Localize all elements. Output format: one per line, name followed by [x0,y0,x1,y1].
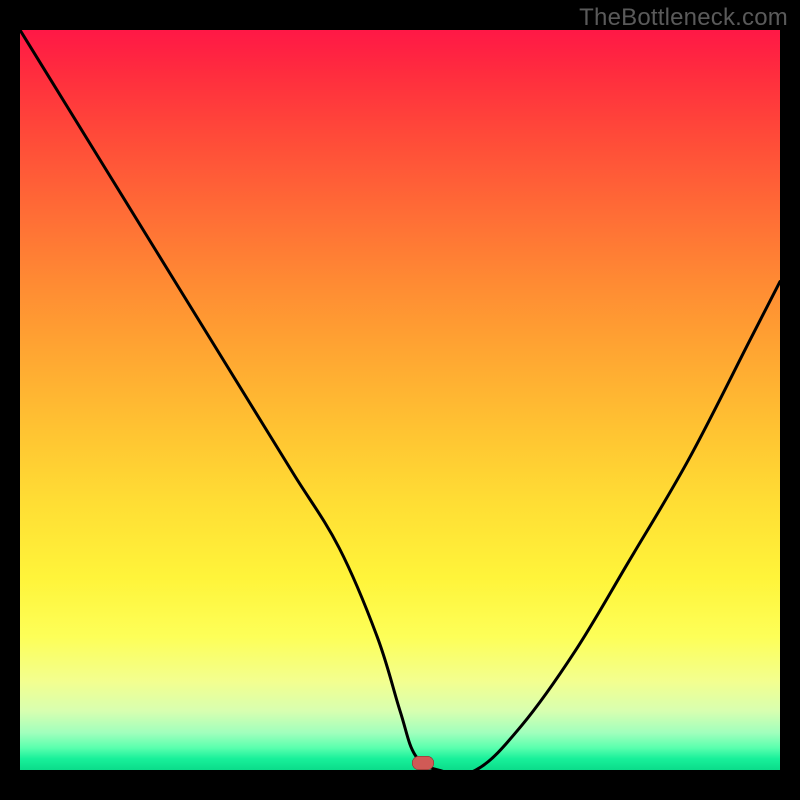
chart-frame: TheBottleneck.com [0,0,800,800]
bottleneck-curve [20,30,780,770]
plot-area [20,30,780,770]
optimal-marker [412,756,434,770]
watermark-label: TheBottleneck.com [579,4,788,32]
